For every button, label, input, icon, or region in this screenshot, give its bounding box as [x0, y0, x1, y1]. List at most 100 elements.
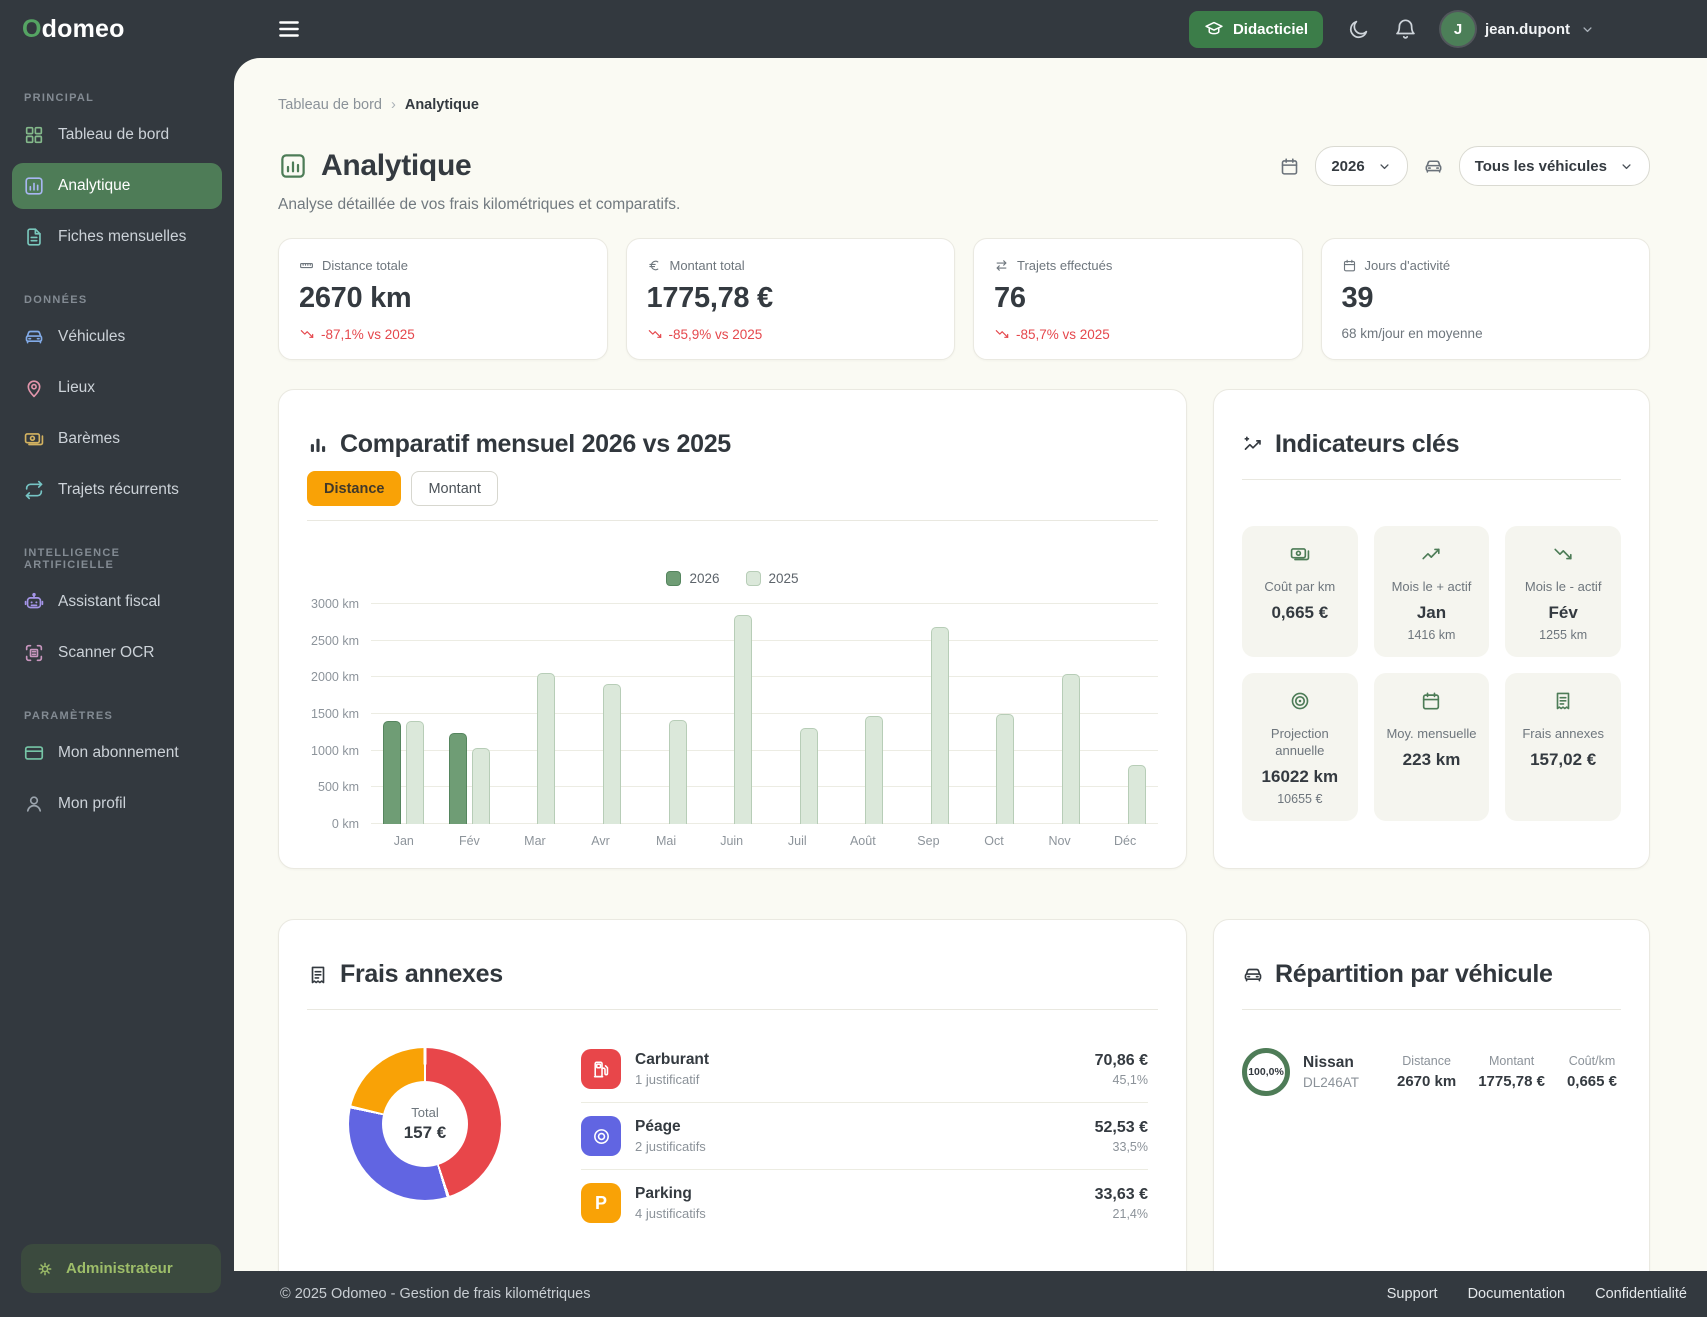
sidebar-item-mon-abonnement[interactable]: Mon abonnement [12, 730, 222, 776]
donut-center-value: 157 € [403, 1123, 447, 1142]
vehicle-stat-label: Distance [1402, 1054, 1451, 1068]
app-logo[interactable]: Odomeo [0, 15, 234, 44]
bar-2025 [537, 673, 556, 824]
sidebar-item-scanner-ocr[interactable]: Scanner OCR [12, 630, 222, 676]
sidebar-item-lieux[interactable]: Lieux [12, 365, 222, 411]
sidebar-item-label: Analytique [58, 177, 131, 194]
bar-group-sep [896, 604, 962, 824]
legend-label: 2025 [768, 571, 799, 586]
expense-row-parking: P Parking 4 justificatifs 33,63 € 21,4% [581, 1170, 1148, 1236]
sidebar-item-assistant-fiscal[interactable]: Assistant fiscal [12, 579, 222, 625]
bar-group-fev [437, 604, 503, 824]
divider [307, 520, 1158, 521]
fuel-icon [581, 1049, 621, 1089]
breadcrumb-current: Analytique [404, 97, 479, 113]
x-axis-label: Juin [720, 834, 744, 848]
avatar: J [1441, 12, 1475, 46]
sidebar-section-label: PRINCIPAL [24, 92, 95, 104]
vehicle-stat-distance: Distance 2670 km [1397, 1054, 1456, 1090]
bar-group-aout [830, 604, 896, 824]
logo-letter: O [22, 14, 42, 43]
stat-card-distance-totale: Distance totale 2670 km -87,1% vs 2025 [278, 238, 608, 360]
footer-link-confidentialite[interactable]: Confidentialité [1595, 1286, 1687, 1302]
footer-link-support[interactable]: Support [1387, 1286, 1438, 1302]
legend-swatch [745, 571, 761, 586]
bar-chart-icon [23, 175, 45, 197]
stat-card-delta-text: -85,9% vs 2025 [668, 326, 763, 342]
sidebar-item-label: Barèmes [58, 430, 121, 447]
expenses-title: Frais annexes [340, 960, 503, 988]
legend-item-2026[interactable]: 2026 [666, 571, 720, 586]
chart-toggle-distance[interactable]: Distance [307, 471, 402, 506]
stat-card-label: Jours d'activité [1342, 258, 1630, 273]
sidebar-item-analytique[interactable]: Analytique [12, 163, 222, 209]
year-select[interactable]: 2026 [1315, 146, 1408, 186]
bar-2025 [734, 615, 753, 824]
expense-name: Carburant [635, 1051, 710, 1068]
credit-card-icon [23, 742, 45, 764]
stat-card-value: 39 [1341, 282, 1374, 314]
user-menu[interactable]: J jean.dupont [1441, 12, 1595, 46]
divider [1242, 1009, 1621, 1010]
calendar-icon [1342, 258, 1357, 273]
indicator-tile-value: Fév [1548, 602, 1578, 622]
scan-icon [23, 642, 45, 664]
indicator-tile-label: Mois le + actif [1391, 579, 1472, 594]
chart-metric-toggles: Distance Montant [307, 471, 1158, 506]
chart-toggle-montant[interactable]: Montant [411, 471, 498, 506]
vehicle-share-ring: 100,0% [1242, 1048, 1290, 1096]
logo-text: domeo [41, 14, 125, 43]
stat-card-delta-text: -87,1% vs 2025 [321, 326, 415, 342]
y-axis-tick: 1000 km [311, 743, 359, 758]
expense-name: Péage [635, 1118, 681, 1135]
dashboard-icon [23, 124, 45, 146]
tutorial-button[interactable]: Didacticiel [1188, 10, 1323, 48]
sidebar-item-trajets-recurrents[interactable]: Trajets récurrents [12, 467, 222, 513]
stat-card-trajets-effectues: Trajets effectués 76 -85,7% vs 2025 [973, 238, 1303, 360]
stat-card-delta: -87,1% vs 2025 [299, 326, 587, 342]
y-axis-tick: 2500 km [311, 633, 359, 648]
expense-percent: 33,5% [1112, 1139, 1148, 1154]
banknote-icon [1289, 543, 1311, 565]
expense-row-peage: Péage 2 justificatifs 52,53 € 33,5% [581, 1103, 1148, 1170]
indicator-tile-mois-le-actif: Mois le + actif Jan 1416 km [1373, 526, 1490, 657]
y-axis-tick: 2000 km [311, 670, 359, 685]
stat-card-delta: -85,7% vs 2025 [994, 326, 1282, 342]
sidebar-item-vehicules[interactable]: Véhicules [12, 314, 222, 360]
indicator-tile-label: Frais annexes [1522, 725, 1604, 741]
vehicle-stat-value: 0,665 € [1566, 1073, 1617, 1090]
sidebar-section-label: PARAMÈTRES [24, 710, 114, 722]
vehicle-breakdown-card: Répartition par véhicule 100,0% Nissan DL2… [1213, 919, 1650, 1271]
footer: © 2025 Odomeo - Gestion de frais kilomét… [0, 1271, 1707, 1317]
indicator-tile-label: Projection annuelle [1270, 725, 1329, 758]
toll-icon [591, 1126, 612, 1147]
vehicle-rows: 100,0% Nissan DL246AT Distance 2670 km Montan… [1242, 1048, 1621, 1096]
donut-center-label: Total [411, 1105, 439, 1120]
indicator-tile-sub: 10655 € [1277, 791, 1323, 806]
stat-card-delta: 68 km/jour en moyenne [1342, 326, 1630, 341]
sidebar-item-label: Mon profil [58, 795, 127, 812]
stat-card-label-text: Montant total [669, 258, 745, 273]
parking-glyph: P [594, 1192, 607, 1213]
vehicle-row-nissan: 100,0% Nissan DL246AT Distance 2670 km Montan… [1242, 1048, 1621, 1096]
bar-2026 [383, 721, 402, 824]
menu-toggle-button[interactable] [276, 16, 302, 42]
y-axis-tick: 1500 km [311, 707, 359, 721]
sidebar-item-fiches-mensuelles[interactable]: Fiches mensuelles [12, 214, 222, 260]
sidebar-item-tableau-de-bord[interactable]: Tableau de bord [12, 112, 222, 158]
x-axis-label: Nov [1048, 834, 1071, 848]
dark-mode-toggle[interactable] [1347, 18, 1370, 41]
bar-2025 [996, 714, 1015, 824]
indicator-tiles: Coût par km 0,665 € Mois le + actif Jan 1416… [1242, 526, 1621, 821]
sidebar-item-baremes[interactable]: Barèmes [12, 416, 222, 462]
sidebar-item-mon-profil[interactable]: Mon profil [12, 781, 222, 827]
stat-card-montant-total: Montant total 1775,78 € -85,9% vs 2025 [625, 238, 955, 360]
notifications-button[interactable] [1394, 18, 1417, 41]
receipt-icon [1552, 690, 1574, 712]
footer-link-documentation[interactable]: Documentation [1468, 1286, 1566, 1302]
vehicle-select[interactable]: Tous les véhicules [1458, 146, 1650, 186]
expense-percent: 21,4% [1112, 1206, 1148, 1221]
breadcrumb-parent[interactable]: Tableau de bord [278, 97, 382, 113]
legend-swatch [666, 571, 682, 586]
legend-item-2025[interactable]: 2025 [745, 571, 799, 586]
